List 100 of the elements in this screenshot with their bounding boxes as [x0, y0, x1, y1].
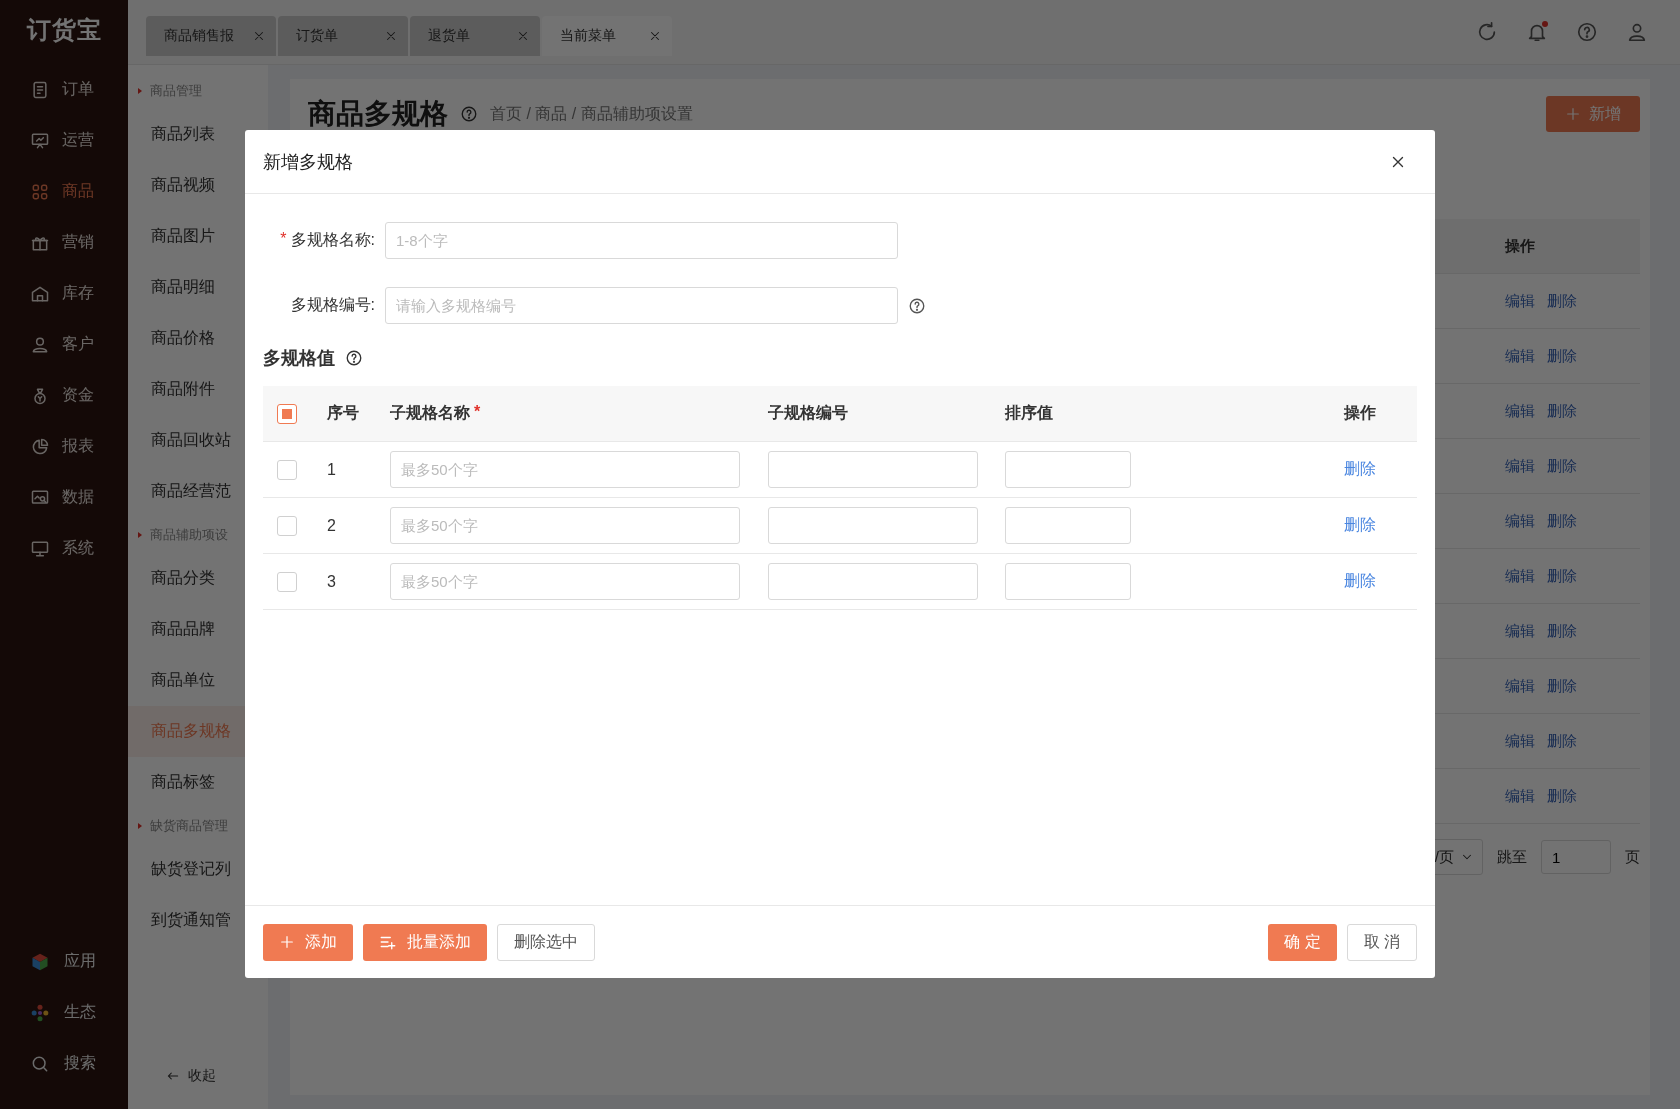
- nav-item[interactable]: 客户: [0, 319, 128, 370]
- delete-link[interactable]: 删除: [1547, 511, 1577, 531]
- nav-item[interactable]: 生态: [0, 987, 128, 1038]
- page-input[interactable]: 1: [1541, 840, 1611, 874]
- row-number: 3: [327, 572, 337, 591]
- tab[interactable]: 当前菜单: [542, 16, 672, 56]
- edit-link[interactable]: 编辑: [1505, 786, 1535, 806]
- caret-icon: [138, 88, 142, 94]
- row-checkbox[interactable]: [277, 459, 297, 480]
- close-icon: [516, 29, 530, 43]
- delete-link[interactable]: 删除: [1547, 456, 1577, 476]
- delete-link[interactable]: 删除: [1547, 786, 1577, 806]
- delete-link[interactable]: 删除: [1344, 516, 1376, 533]
- nav-item[interactable]: 系统: [0, 523, 128, 574]
- required-mark: *: [474, 403, 481, 422]
- nav-item[interactable]: 营销: [0, 217, 128, 268]
- nav-item[interactable]: 运营: [0, 115, 128, 166]
- edit-link[interactable]: 编辑: [1505, 731, 1535, 751]
- help-icon: [908, 296, 926, 315]
- notification-dot: [1542, 21, 1548, 27]
- plus-icon: [1565, 106, 1581, 122]
- document-icon: [30, 79, 50, 100]
- help-icon: [460, 105, 478, 123]
- nav-item[interactable]: 数据: [0, 472, 128, 523]
- input-field[interactable]: 请输入多规格编号: [385, 287, 898, 324]
- input-field[interactable]: 1-8个字: [385, 222, 898, 259]
- edit-link[interactable]: 编辑: [1505, 566, 1535, 586]
- section-title: 多规格值: [263, 347, 335, 370]
- pie-chart-icon: [30, 436, 50, 457]
- nav-item[interactable]: 资金: [0, 370, 128, 421]
- select-all-checkbox[interactable]: [277, 403, 297, 424]
- input-field[interactable]: [768, 451, 978, 488]
- flower-icon: [30, 1002, 50, 1023]
- help-icon: [1576, 21, 1598, 43]
- input-field[interactable]: 最多50个字: [390, 451, 740, 488]
- delete-link[interactable]: 删除: [1547, 676, 1577, 696]
- dialog-button[interactable]: 取 消: [1346, 923, 1417, 961]
- arrow-left-icon: [166, 1069, 180, 1083]
- row-number: 2: [327, 516, 337, 535]
- column-header: 子规格名称: [390, 403, 470, 423]
- row-checkbox[interactable]: [277, 571, 297, 592]
- column-header: 子规格编号: [768, 403, 848, 423]
- dialog-title: 新增多规格: [263, 150, 353, 174]
- user-icon: [1626, 21, 1648, 43]
- caret-icon: [138, 823, 142, 829]
- delete-link[interactable]: 删除: [1344, 460, 1376, 477]
- input-field[interactable]: [768, 563, 978, 600]
- nav-item[interactable]: 搜索: [0, 1038, 128, 1089]
- nav-item[interactable]: 商品: [0, 166, 128, 217]
- delete-link[interactable]: 删除: [1547, 346, 1577, 366]
- row-checkbox[interactable]: [277, 515, 297, 536]
- tab[interactable]: 商品销售报: [146, 16, 276, 56]
- field-label: 多规格名称:: [290, 230, 375, 250]
- caret-icon: [138, 532, 142, 538]
- delete-link[interactable]: 删除: [1547, 401, 1577, 421]
- required-mark: *: [280, 230, 287, 249]
- delete-link[interactable]: 删除: [1547, 566, 1577, 586]
- nav-item[interactable]: 库存: [0, 268, 128, 319]
- close-icon: [648, 29, 662, 43]
- input-field[interactable]: 最多50个字: [390, 563, 740, 600]
- help-icon: [345, 349, 363, 367]
- column-header: 序号: [327, 403, 359, 423]
- edit-link[interactable]: 编辑: [1505, 291, 1535, 311]
- close-icon: [384, 29, 398, 43]
- collapse-button[interactable]: 收起: [128, 1047, 268, 1109]
- dialog-button[interactable]: 确 定: [1268, 923, 1337, 961]
- close-icon: [252, 29, 266, 43]
- input-field[interactable]: [1005, 563, 1131, 600]
- add-button[interactable]: 新增: [1546, 96, 1640, 132]
- column-header: 操作: [1344, 403, 1376, 423]
- delete-link[interactable]: 删除: [1344, 572, 1376, 589]
- cube-icon: [30, 951, 50, 972]
- delete-link[interactable]: 删除: [1547, 621, 1577, 641]
- page-unit: 页: [1625, 847, 1640, 867]
- edit-link[interactable]: 编辑: [1505, 676, 1535, 696]
- plain-button[interactable]: 删除选中: [497, 923, 595, 961]
- delete-link[interactable]: 删除: [1547, 731, 1577, 751]
- nav-item[interactable]: 报表: [0, 421, 128, 472]
- input-field[interactable]: 最多50个字: [390, 507, 740, 544]
- edit-link[interactable]: 编辑: [1505, 346, 1535, 366]
- logo: 订货宝: [25, 15, 103, 45]
- input-field[interactable]: [1005, 451, 1131, 488]
- column-header: 排序值: [1005, 403, 1053, 423]
- page-title: 商品多规格: [308, 97, 448, 131]
- refresh-icon: [1476, 21, 1498, 43]
- edit-link[interactable]: 编辑: [1505, 456, 1535, 476]
- tab[interactable]: 退货单: [410, 16, 540, 56]
- delete-link[interactable]: 删除: [1547, 291, 1577, 311]
- edit-link[interactable]: 编辑: [1505, 401, 1535, 421]
- field-label: 多规格编号:: [290, 295, 375, 315]
- nav-item[interactable]: 订单: [0, 64, 128, 115]
- input-field[interactable]: [1005, 507, 1131, 544]
- input-field[interactable]: [768, 507, 978, 544]
- nav-item[interactable]: 应用: [0, 936, 128, 987]
- plus-icon: [279, 934, 295, 950]
- add-button[interactable]: 添加: [263, 923, 353, 961]
- edit-link[interactable]: 编辑: [1505, 511, 1535, 531]
- edit-link[interactable]: 编辑: [1505, 621, 1535, 641]
- batch-button[interactable]: 批量添加: [363, 923, 487, 961]
- tab[interactable]: 订货单: [278, 16, 408, 56]
